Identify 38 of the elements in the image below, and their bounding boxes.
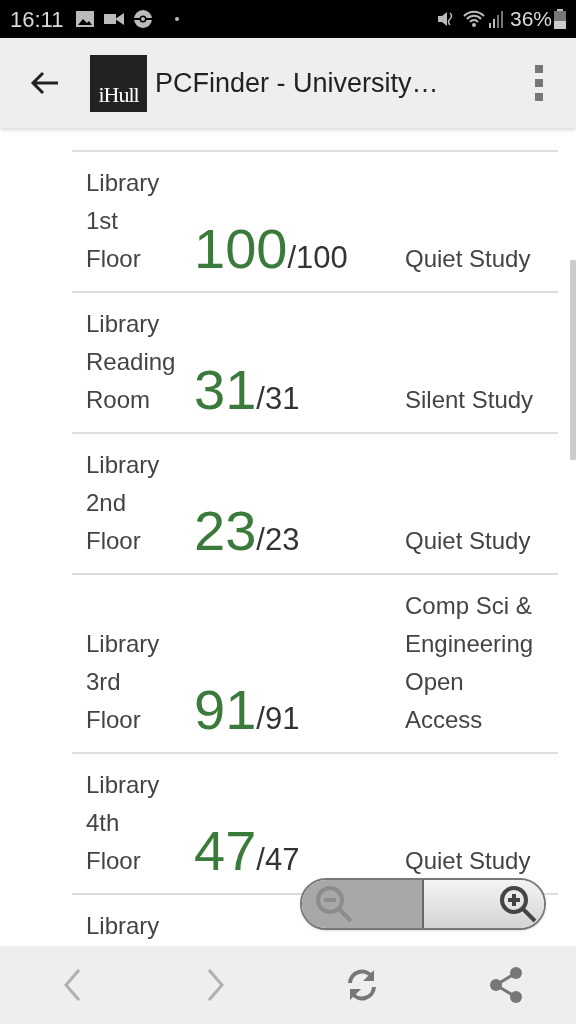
zoom-in-button[interactable] — [424, 880, 544, 928]
chevron-left-icon — [63, 968, 81, 1002]
battery-percent: 36% — [509, 6, 552, 33]
back-arrow-icon — [30, 71, 60, 95]
study-type: Quiet Study — [405, 244, 532, 274]
study-type: Silent Study — [405, 385, 535, 415]
image-icon — [75, 10, 96, 28]
available-count: 91 — [194, 682, 257, 738]
study-type: Quiet Study — [405, 526, 532, 556]
room-name: Library Reading Room — [85, 309, 177, 415]
page-title: PCFinder - University… — [155, 66, 439, 100]
menu-button[interactable] — [532, 65, 546, 101]
available-count: 100 — [194, 221, 288, 277]
room-name: Library 1st Floor — [85, 168, 161, 274]
wifi-icon — [461, 9, 486, 29]
battery-icon — [554, 9, 566, 29]
room-name: Library 2nd Floor — [85, 450, 161, 556]
dot-icon — [175, 17, 180, 21]
zoom-out-icon — [314, 884, 354, 924]
available-count: 31 — [194, 362, 257, 418]
available-count: 23 — [194, 503, 257, 559]
share-icon — [488, 966, 524, 1004]
study-type: Quiet Study — [405, 846, 532, 876]
room-name: Library — [85, 911, 161, 941]
room-name: Library 4th Floor — [85, 770, 161, 876]
ihull-logo: iHull — [90, 54, 147, 112]
signal-icon — [487, 9, 504, 29]
available-count: 47 — [194, 823, 257, 879]
total-count: /23 — [256, 522, 300, 559]
chevron-right-icon — [207, 968, 225, 1002]
zoom-in-icon — [498, 884, 538, 924]
room-name: Library 3rd Floor — [85, 629, 161, 735]
total-count: /91 — [256, 701, 300, 738]
total-count: /100 — [287, 240, 348, 277]
study-type: Comp Sci & Engineering Open Access — [405, 591, 535, 735]
status-time: 16:11 — [10, 5, 64, 34]
total-count: /47 — [256, 842, 300, 879]
total-count: /31 — [256, 381, 300, 418]
